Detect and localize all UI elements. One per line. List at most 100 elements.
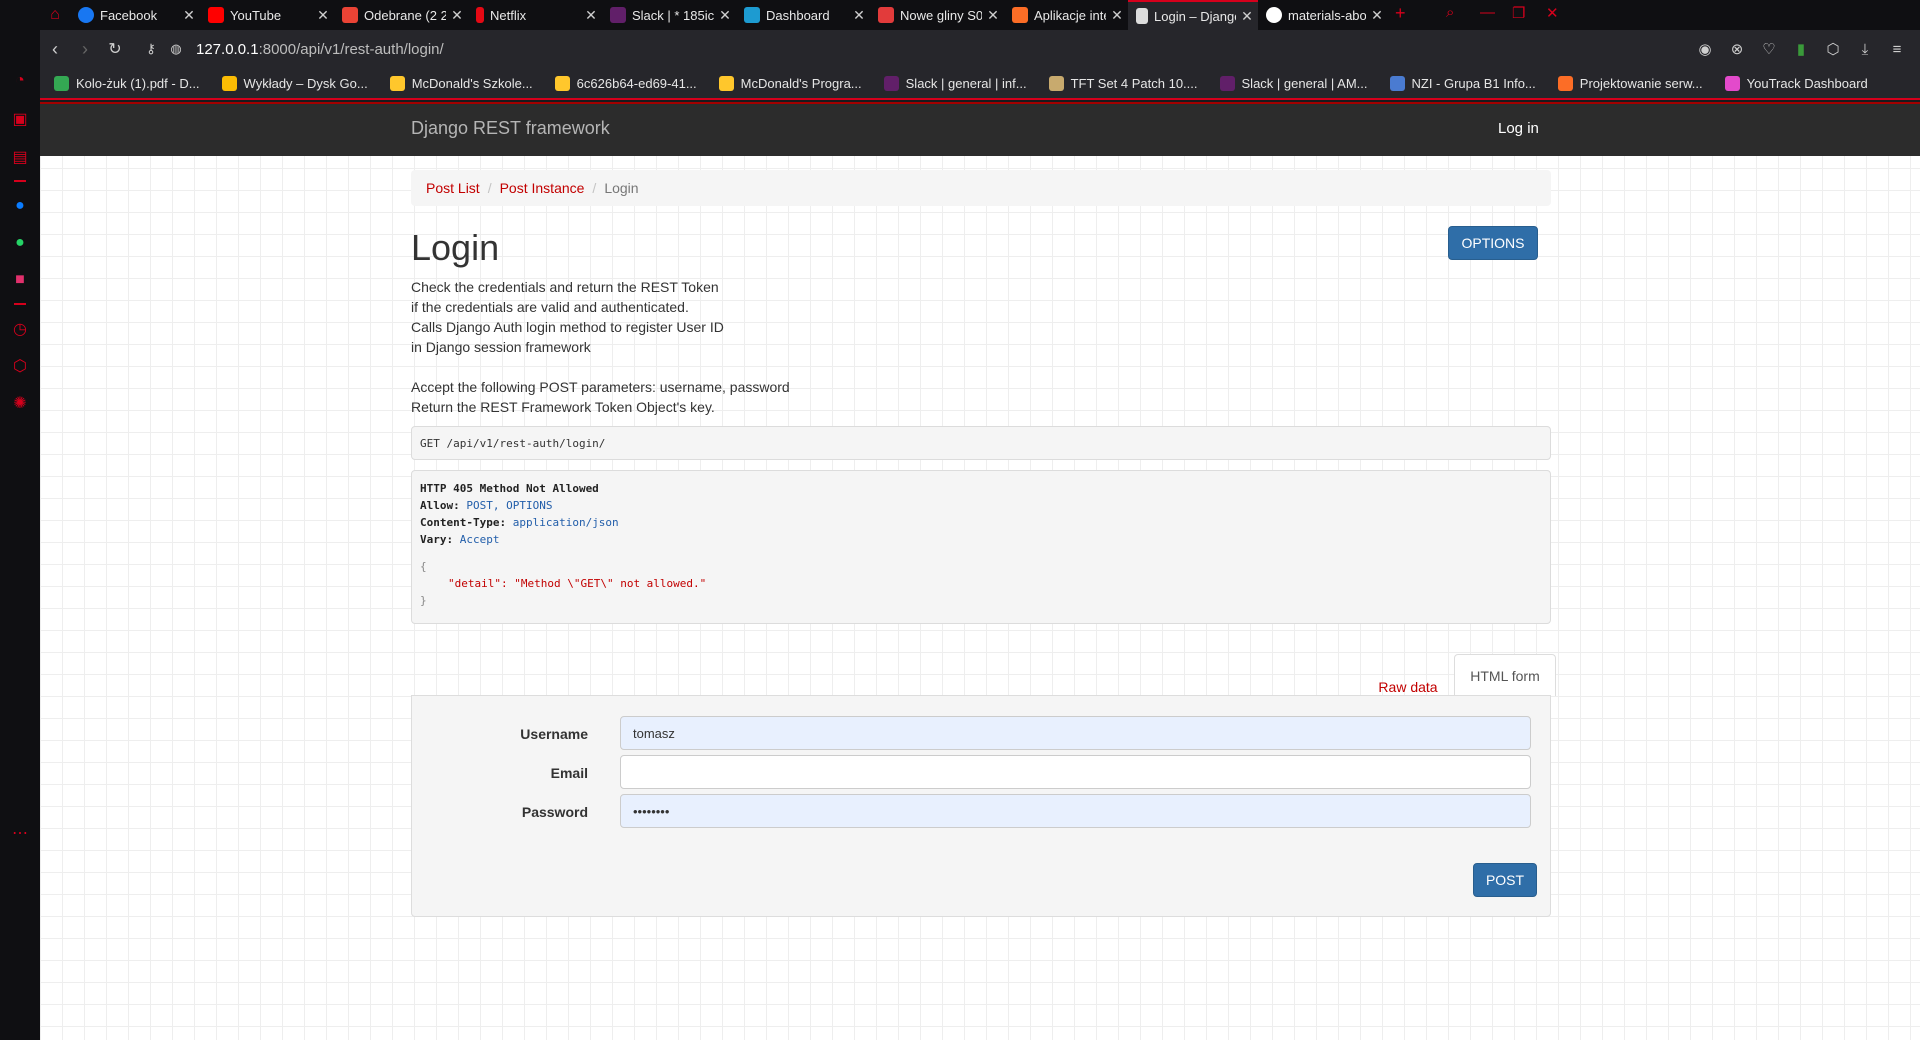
bookmark-label: Projektowanie serw...: [1579, 75, 1703, 91]
bookmark-item[interactable]: 6c626b64-ed69-41...: [554, 75, 697, 91]
new-tab-plus-icon[interactable]: +: [1395, 3, 1406, 24]
extension-icon[interactable]: ▮: [1788, 36, 1814, 62]
speed-dial-icon[interactable]: ◔: [9, 70, 31, 92]
close-icon[interactable]: ✕: [1366, 7, 1388, 24]
search-tabs-icon[interactable]: ⌕: [1446, 4, 1454, 21]
minimize-icon[interactable]: —: [1480, 4, 1495, 21]
close-icon[interactable]: ✕: [982, 7, 1004, 24]
gamepad-icon[interactable]: ⌂: [44, 4, 66, 26]
settings-gear-icon[interactable]: ✺: [9, 392, 31, 414]
tab-title: Login – Django REST: [1154, 8, 1236, 24]
password-input[interactable]: [620, 794, 1531, 828]
cube-icon[interactable]: ⬡: [1820, 36, 1846, 62]
tab-gmail[interactable]: Odebrane (2 219) - t ✕: [334, 0, 468, 30]
json-brace: }: [420, 594, 427, 607]
tab-title: materials-about-inte: [1288, 7, 1366, 23]
bookmark-item[interactable]: Projektowanie serw...: [1557, 75, 1703, 91]
page-title: Login: [411, 227, 500, 268]
bookmark-item[interactable]: Kolo-żuk (1).pdf - D...: [54, 75, 200, 91]
drf-navbar: Django REST framework Log in: [40, 102, 1920, 156]
close-window-icon[interactable]: ✕: [1546, 4, 1559, 22]
adblock-icon[interactable]: ⊗: [1724, 36, 1750, 62]
email-input[interactable]: [620, 755, 1531, 789]
close-icon[interactable]: ✕: [580, 7, 602, 24]
close-icon[interactable]: ✕: [1236, 8, 1258, 25]
forward-arrow-icon[interactable]: ›: [70, 34, 100, 64]
login-link[interactable]: Log in: [1498, 120, 1539, 137]
bookmark-item[interactable]: YouTrack Dashboard: [1724, 75, 1868, 91]
bookmark-label: McDonald's Szkole...: [411, 75, 533, 91]
globe-icon[interactable]: ◍: [166, 34, 186, 64]
facebook-icon: [78, 7, 94, 23]
tab-login-django[interactable]: Login – Django REST ✕: [1128, 0, 1258, 30]
back-arrow-icon[interactable]: ‹: [40, 34, 70, 64]
history-icon[interactable]: ◷: [9, 318, 31, 340]
request-info: GET /api/v1/rest-auth/login/: [411, 426, 1551, 460]
close-icon[interactable]: ✕: [714, 7, 736, 24]
instagram-icon[interactable]: ■: [9, 269, 31, 291]
tab-nowe-gliny[interactable]: Nowe gliny S03E05 | ✕: [870, 0, 1004, 30]
password-label: Password: [521, 804, 588, 820]
more-dots-icon[interactable]: ⋯: [9, 822, 31, 844]
close-icon[interactable]: ✕: [312, 7, 334, 24]
mcdonalds-icon: [718, 75, 734, 91]
browser-sidebar: O ◔ ▣ ▤ ● ● ■ ◷ ⬡ ✺ ⋯: [0, 0, 40, 1040]
close-icon[interactable]: ✕: [178, 7, 200, 24]
breadcrumb-post-list[interactable]: Post List: [426, 180, 480, 196]
username-input[interactable]: [620, 716, 1531, 750]
gmail-icon: [342, 7, 358, 23]
header-key: Vary:: [420, 533, 454, 546]
bookmark-item[interactable]: McDonald's Szkole...: [389, 75, 533, 91]
person-icon: [1389, 75, 1405, 91]
tab-title: Nowe gliny S03E05 |: [900, 7, 982, 23]
key-icon[interactable]: ⚷: [136, 34, 166, 64]
dashboard-icon: [744, 7, 760, 23]
close-icon[interactable]: ✕: [446, 7, 468, 24]
post-button[interactable]: POST: [1473, 863, 1537, 897]
tab-github[interactable]: materials-about-inte ✕: [1258, 0, 1388, 30]
breadcrumb-separator: /: [592, 180, 597, 196]
url-field[interactable]: 127.0.0.1:8000/api/v1/rest-auth/login/: [196, 41, 444, 58]
bookmark-item[interactable]: TFT Set 4 Patch 10....: [1048, 75, 1198, 91]
whatsapp-icon[interactable]: ●: [9, 232, 31, 254]
bookmark-item[interactable]: Wykłady – Dysk Go...: [221, 75, 368, 91]
tab-dashboard[interactable]: Dashboard ✕: [736, 0, 870, 30]
address-bar: ‹ › ↻ ⚷ ◍ 127.0.0.1:8000/api/v1/rest-aut…: [40, 30, 1920, 68]
tab-aplikacje[interactable]: Aplikacje internetow ✕: [1004, 0, 1128, 30]
mcdonalds-icon: [554, 75, 570, 91]
bookmark-item[interactable]: McDonald's Progra...: [718, 75, 862, 91]
messenger-icon[interactable]: ●: [9, 195, 31, 217]
tab-slack[interactable]: Slack | * 185ic | infor ✕: [602, 0, 736, 30]
header-key: Allow:: [420, 499, 460, 512]
brand-link[interactable]: Django REST framework: [411, 118, 610, 139]
tab-netflix[interactable]: Netflix ✕: [468, 0, 602, 30]
bookmark-item[interactable]: Slack | general | AM...: [1219, 75, 1368, 91]
twitch-icon[interactable]: ▤: [9, 146, 31, 168]
tab-title: Aplikacje internetow: [1034, 7, 1106, 23]
bookmark-label: Slack | general | inf...: [905, 75, 1027, 91]
slack-icon: [610, 7, 626, 23]
cube-icon[interactable]: ⬡: [9, 355, 31, 377]
mcdonalds-icon: [389, 75, 405, 91]
bookmark-label: TFT Set 4 Patch 10....: [1070, 75, 1198, 91]
breadcrumb: Post List / Post Instance / Login: [411, 170, 1551, 206]
reload-icon[interactable]: ↻: [100, 34, 130, 64]
tab-youtube[interactable]: YouTube ✕: [200, 0, 334, 30]
options-button[interactable]: OPTIONS: [1448, 226, 1538, 260]
close-icon[interactable]: ✕: [848, 7, 870, 24]
restore-icon[interactable]: ❐: [1512, 4, 1525, 22]
download-icon[interactable]: ⤓: [1852, 36, 1878, 62]
tab-facebook[interactable]: Facebook ✕: [70, 0, 200, 30]
bookmark-item[interactable]: Slack | general | inf...: [883, 75, 1027, 91]
breadcrumb-post-instance[interactable]: Post Instance: [500, 180, 585, 196]
menu-icon[interactable]: ≡: [1884, 36, 1910, 62]
slack-icon: [1219, 75, 1235, 91]
tab-html-form[interactable]: HTML form: [1454, 654, 1556, 696]
heart-icon[interactable]: ♡: [1756, 36, 1782, 62]
bookmark-item[interactable]: NZI - Grupa B1 Info...: [1389, 75, 1536, 91]
description-line: Calls Django Auth login method to regist…: [411, 319, 724, 335]
camera-icon[interactable]: ◉: [1692, 36, 1718, 62]
close-icon[interactable]: ✕: [1106, 7, 1128, 24]
bag-icon[interactable]: ▣: [9, 108, 31, 130]
bookmark-label: McDonald's Progra...: [740, 75, 862, 91]
